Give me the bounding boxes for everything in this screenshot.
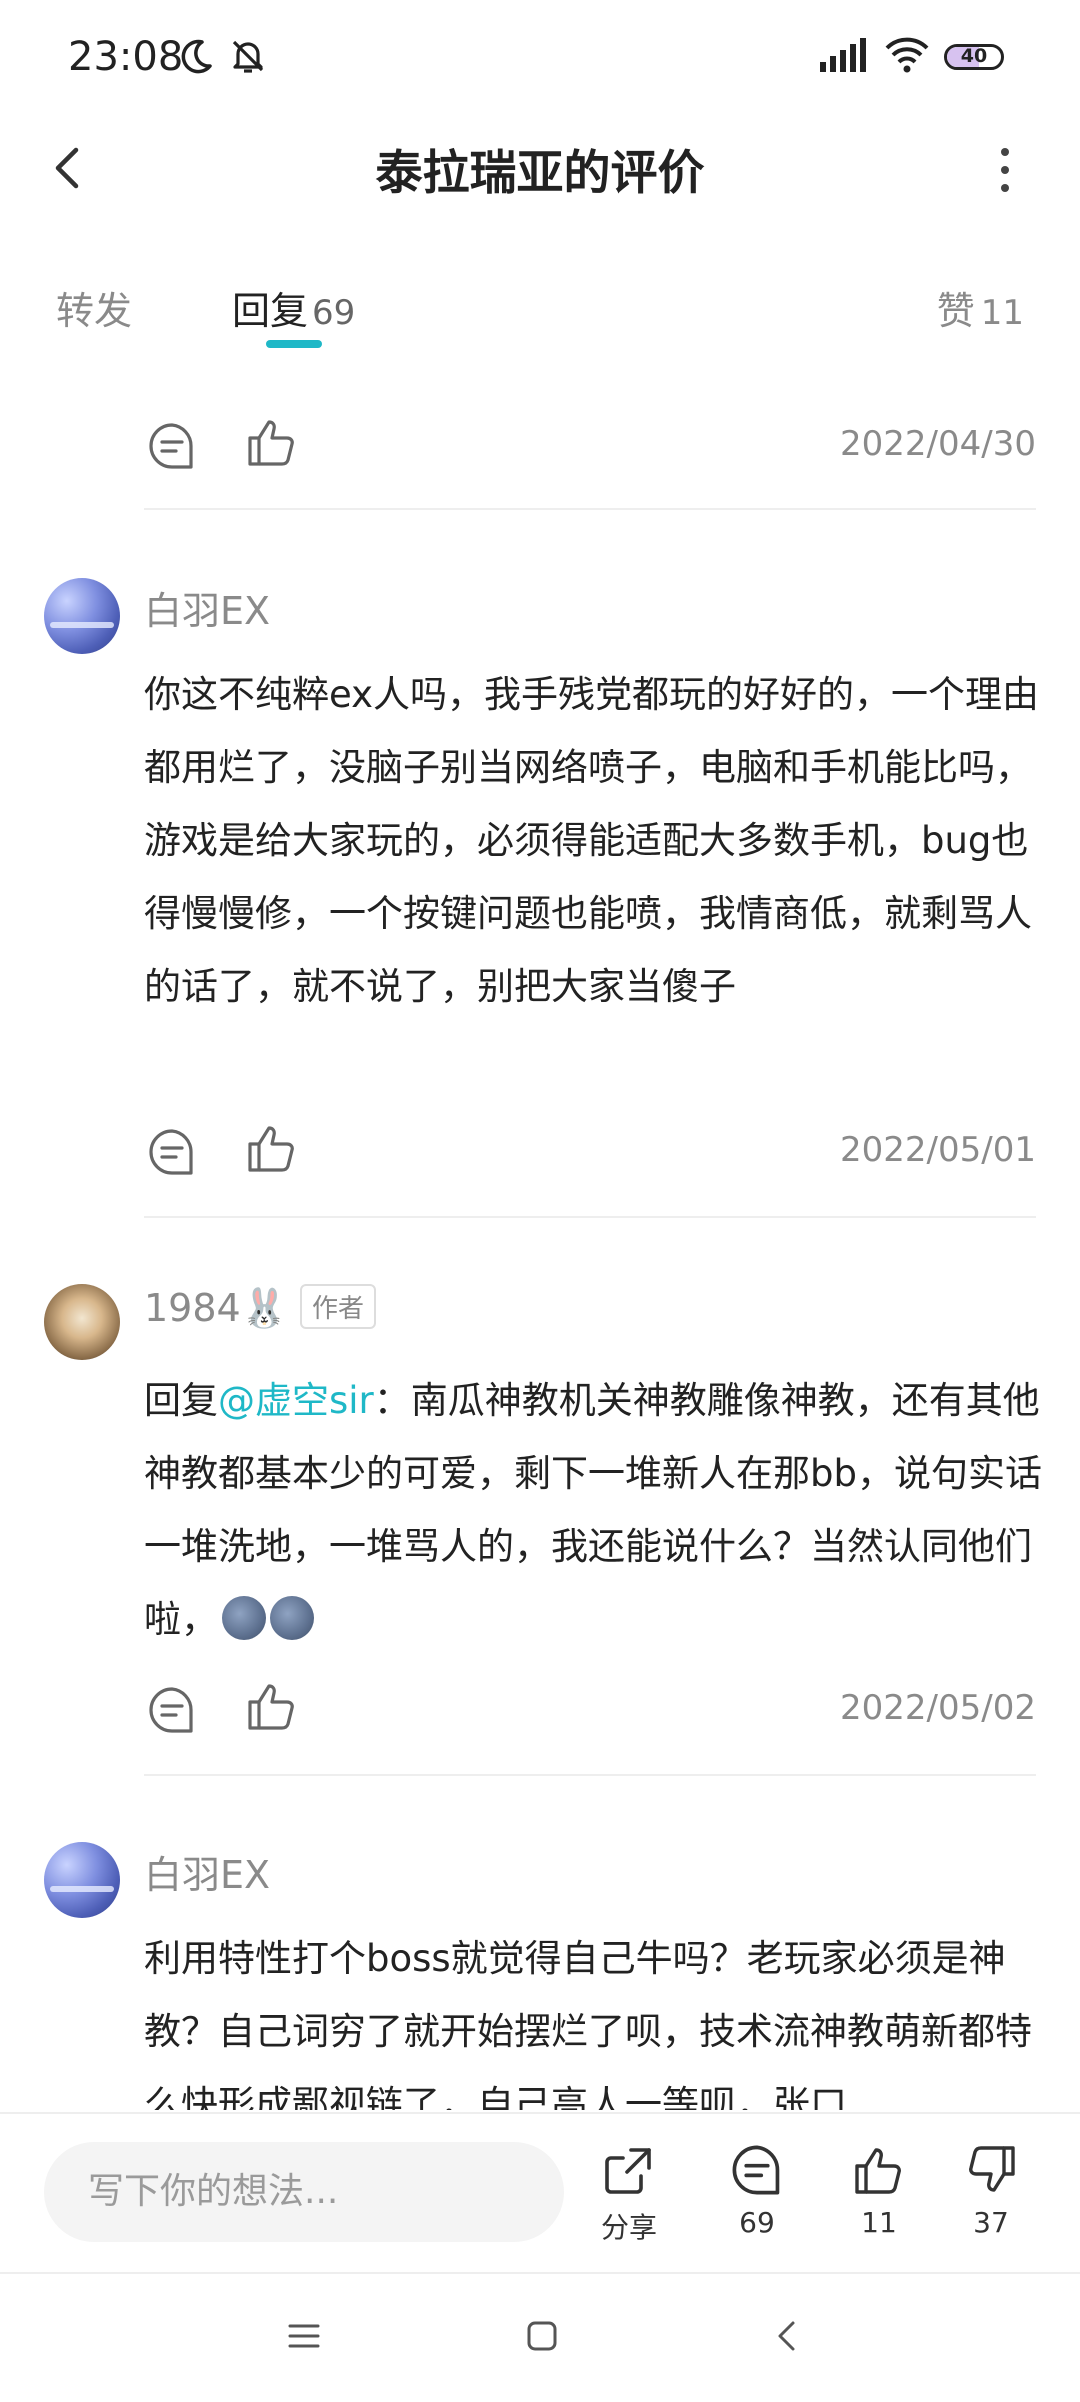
username[interactable]: 白羽EX [144,580,270,635]
comment-icon[interactable] [146,420,198,476]
more-vertical-icon[interactable] [990,140,1020,200]
battery-level: 40 [960,45,988,67]
like-count: 11 [861,2206,897,2239]
mention-link[interactable]: @虚空sir [218,1379,374,1422]
username-text: 1984🐰 [144,1286,289,1330]
header: 泰拉瑞亚的评价 [0,110,1080,230]
reply-prefix: 回复 [144,1379,218,1422]
signal-icon [820,38,870,78]
status-time: 23:08 [68,34,184,80]
divider [144,1216,1036,1218]
author-badge: 作者 [300,1284,377,1329]
comment-icon [729,2145,785,2202]
moon-icon [176,36,216,80]
tab-indicator [266,340,322,348]
tab-forward[interactable]: 转发 [56,280,132,335]
thumbs-up-icon[interactable] [244,414,300,474]
tab-like-label: 赞 [936,289,975,333]
tab-bar: 转发 回复 69 赞 11 [0,270,1080,350]
share-icon [601,2148,657,2202]
share-button[interactable]: 分享 [584,2142,674,2246]
avatar[interactable] [44,578,120,654]
nav-menu-icon[interactable] [286,2318,322,2358]
divider [144,508,1036,510]
bottom-action-bar: 写下你的想法... 分享 69 11 37 [0,2112,1080,2274]
thumbs-up-icon[interactable] [244,1120,300,1180]
comment-count: 69 [739,2206,775,2239]
reply-actions: 2022/05/01 [144,1120,1036,1180]
comment-input[interactable]: 写下你的想法... [44,2142,564,2242]
tab-reply-label: 回复 [232,289,309,333]
thumbs-down-icon [963,2146,1019,2202]
reply-date: 2022/05/02 [840,1688,1036,1728]
reply-body: 你这不纯粹ex人吗，我手残党都玩的好好的，一个理由都用烂了，没脑子别当网络喷子，… [144,673,1040,1008]
divider [144,1774,1036,1776]
reply-actions: 2022/05/02 [144,1678,1036,1738]
reply-actions: 2022/04/30 [144,414,1036,474]
username[interactable]: 白羽EX [144,1844,270,1899]
nav-home-icon[interactable] [524,2318,560,2358]
dislike-count: 37 [973,2206,1009,2239]
page-title: 泰拉瑞亚的评价 [375,146,705,201]
reply-date: 2022/05/01 [840,1130,1036,1170]
comment-button[interactable]: 69 [712,2142,802,2239]
reply-body: 回复@虚空sir：南瓜神教机关神教雕像神教，还有其他神教都基本少的可爱，剩下一堆… [144,1364,1044,1656]
tab-reply-count: 69 [312,293,356,333]
avatar[interactable] [44,1284,120,1360]
username[interactable]: 1984🐰 作者 [144,1284,377,1333]
status-bar: 23:08 40 [0,0,1080,110]
like-button[interactable]: 11 [834,2142,924,2239]
avatar[interactable] [44,1842,120,1918]
battery-icon: 40 [944,44,1004,70]
tab-like[interactable]: 赞 11 [937,280,1024,335]
dislike-button[interactable]: 37 [946,2142,1036,2239]
moon-face-emoji-icon [270,1595,314,1640]
reply-list[interactable]: 2022/04/30 白羽EX 你这不纯粹ex人吗，我手残党都玩的好好的，一个理… [0,350,1080,2110]
moon-face-emoji-icon [222,1595,266,1640]
thumbs-up-icon [851,2148,907,2202]
wifi-icon [884,34,930,78]
system-nav-bar [0,2272,1080,2402]
bell-off-icon [228,36,268,80]
tab-reply[interactable]: 回复 69 [232,280,355,335]
share-label: 分享 [600,2211,657,2244]
tab-like-count: 11 [980,293,1024,333]
reply-date: 2022/04/30 [840,424,1036,464]
thumbs-up-icon[interactable] [244,1678,300,1738]
comment-icon[interactable] [146,1684,198,1740]
comment-icon[interactable] [146,1126,198,1182]
nav-back-icon[interactable] [770,2318,806,2358]
reply-body: 利用特性打个boss就觉得自己牛吗？老玩家必须是神教？自己词穷了就开始摆烂了呗，… [144,1937,1032,2110]
